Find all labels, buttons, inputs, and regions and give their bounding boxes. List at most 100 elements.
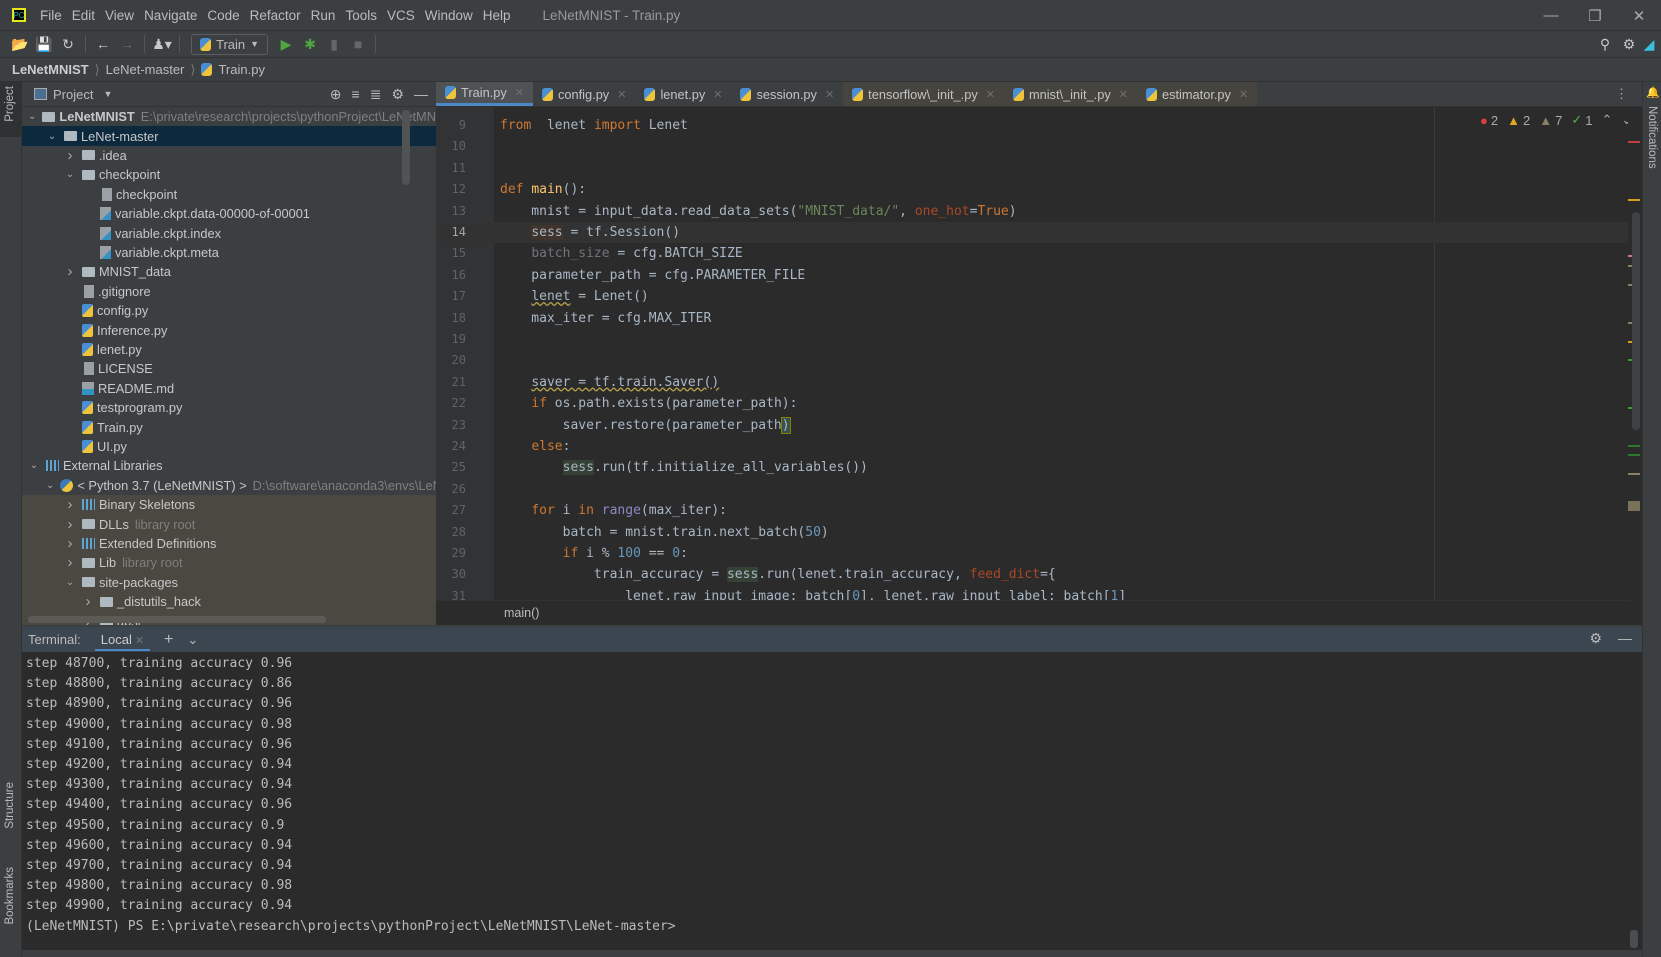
chevron-right-icon[interactable]: ›	[64, 147, 76, 164]
notifications-bell-icon[interactable]: 🔔	[1646, 86, 1660, 99]
tree-item[interactable]: › Binary Skeletons	[22, 495, 436, 515]
editor-tab[interactable]: Train.py ✕	[436, 82, 533, 106]
previous-highlight-icon[interactable]: ⌃	[1601, 112, 1612, 128]
tree-item[interactable]: Inference.py	[22, 320, 436, 339]
breadcrumb-file[interactable]: Train.py	[218, 62, 264, 77]
tree-item[interactable]: variable.ckpt.index	[22, 223, 436, 242]
tree-item[interactable]: ⌄ checkpoint	[22, 165, 436, 184]
editor-tab[interactable]: config.py ✕	[533, 82, 635, 106]
chevron-right-icon[interactable]: ›	[64, 535, 76, 552]
hide-icon[interactable]: —	[1618, 630, 1632, 647]
forward-icon[interactable]: →	[115, 36, 139, 52]
coverage-icon[interactable]: ▮	[322, 36, 346, 53]
close-icon[interactable]: ✕	[1119, 88, 1128, 101]
expand-all-icon[interactable]: ≡	[352, 86, 360, 103]
tree-item[interactable]: variable.ckpt.meta	[22, 243, 436, 262]
menu-vcs[interactable]: VCS	[387, 8, 415, 23]
close-button[interactable]: ✕	[1617, 7, 1661, 25]
close-icon[interactable]: ✕	[1239, 88, 1248, 101]
notifications-tool-button[interactable]: Notifications	[1646, 106, 1658, 169]
chevron-down-icon[interactable]: ⌄	[64, 577, 76, 588]
menu-edit[interactable]: Edit	[72, 8, 95, 23]
inspection-widget[interactable]: ● 2 ▲ 2 ▲ 7 ✓ 1 ⌃ ⌄	[1480, 112, 1632, 128]
chevron-right-icon[interactable]: ›	[64, 554, 76, 571]
tree-item[interactable]: ⌄ < Python 3.7 (LeNetMNIST) > D:\software\…	[22, 476, 436, 495]
tree-item[interactable]: ⌄ LeNet-master	[22, 126, 436, 146]
project-tree-horizontal-scrollbar[interactable]	[28, 616, 326, 623]
project-tree-scrollbar[interactable]	[402, 110, 410, 185]
menu-help[interactable]: Help	[483, 8, 511, 23]
menu-window[interactable]: Window	[425, 8, 473, 23]
chevron-right-icon[interactable]: ›	[64, 263, 76, 280]
tree-item[interactable]: checkpoint	[22, 185, 436, 204]
restore-button[interactable]: ❐	[1573, 7, 1617, 25]
chevron-right-icon[interactable]: ›	[64, 496, 76, 513]
back-icon[interactable]: ←	[91, 36, 115, 52]
chevron-right-icon[interactable]: ›	[64, 516, 76, 533]
menu-tools[interactable]: Tools	[345, 8, 377, 23]
editor-tab[interactable]: estimator.py ✕	[1136, 82, 1258, 106]
tree-item[interactable]: testprogram.py	[22, 398, 436, 417]
chevron-right-icon[interactable]: ›	[82, 593, 94, 610]
locate-icon[interactable]: ⊕	[330, 86, 342, 103]
tree-item[interactable]: Train.py	[22, 417, 436, 436]
menu-view[interactable]: View	[105, 8, 134, 23]
close-icon[interactable]: ✕	[713, 88, 722, 101]
tree-item[interactable]: › MNIST_data	[22, 262, 436, 281]
terminal-output[interactable]: step 48700, training accuracy 0.96 step 4…	[22, 652, 1642, 950]
close-icon[interactable]: ✕	[617, 88, 626, 101]
menu-code[interactable]: Code	[207, 8, 239, 23]
breadcrumb-folder[interactable]: LeNet-master	[106, 62, 185, 77]
run-icon[interactable]: ▶	[274, 36, 298, 53]
editor-breadcrumb[interactable]: main()	[436, 600, 1630, 625]
tree-item[interactable]: UI.py	[22, 437, 436, 456]
close-icon[interactable]: ✕	[825, 88, 834, 101]
run-configuration-select[interactable]: Train ▼	[191, 33, 269, 55]
menu-file[interactable]: File	[40, 8, 62, 23]
chevron-down-icon[interactable]: ⌄	[46, 480, 54, 491]
editor-scrollbar[interactable]	[1632, 212, 1640, 430]
jetbrains-icon[interactable]: ◢	[1637, 36, 1661, 53]
terminal-scrollbar[interactable]	[1630, 930, 1638, 948]
chevron-down-icon[interactable]: ⌄	[46, 131, 58, 142]
breadcrumb-project[interactable]: LeNetMNIST	[12, 62, 89, 77]
menu-navigate[interactable]: Navigate	[144, 8, 197, 23]
tree-item[interactable]: ⌄ site-packages	[22, 572, 436, 592]
collapse-all-icon[interactable]: ≣	[370, 86, 382, 103]
structure-tool-button[interactable]: Structure	[4, 782, 16, 829]
save-icon[interactable]: 💾	[32, 36, 56, 53]
tree-item[interactable]: › DLLs library root	[22, 514, 436, 534]
chevron-down-icon[interactable]: ⌄	[28, 460, 40, 471]
hide-icon[interactable]: —	[414, 86, 428, 103]
tree-item[interactable]: › _distutils_hack	[22, 592, 436, 612]
chevron-down-icon[interactable]: ▼	[103, 89, 112, 99]
close-icon[interactable]: ✕	[515, 86, 524, 99]
terminal-tab-local[interactable]: Local ✕	[94, 629, 151, 651]
user-icon[interactable]: ♟▾	[150, 36, 174, 53]
search-icon[interactable]: ⚲	[1593, 36, 1617, 53]
tree-item[interactable]: ⌄ External Libraries	[22, 456, 436, 475]
menu-refactor[interactable]: Refactor	[250, 8, 301, 23]
close-icon[interactable]: ✕	[986, 88, 995, 101]
open-folder-icon[interactable]: 📂	[8, 36, 32, 53]
tree-item[interactable]: ⌄ LeNetMNIST E:\private\research\projects\…	[22, 107, 436, 126]
editor-tab[interactable]: mnist\_init_.py ✕	[1003, 82, 1137, 106]
editor-tab[interactable]: session.py ✕	[731, 82, 843, 106]
chevron-down-icon[interactable]: ⌄	[187, 632, 198, 648]
tree-item[interactable]: › .idea	[22, 146, 436, 165]
stop-icon[interactable]: ■	[346, 36, 370, 52]
tree-item[interactable]: LICENSE	[22, 359, 436, 378]
close-icon[interactable]: ✕	[135, 635, 144, 647]
chevron-down-icon[interactable]: ⌄	[64, 169, 76, 180]
tree-item[interactable]: › Extended Definitions	[22, 533, 436, 554]
new-terminal-icon[interactable]: +	[164, 631, 173, 649]
menu-run[interactable]: Run	[311, 8, 336, 23]
debug-icon[interactable]: ✱	[298, 36, 322, 53]
editor-tab[interactable]: tensorflow\_init_.py ✕	[843, 82, 1004, 106]
sync-icon[interactable]: ↻	[56, 36, 80, 53]
tree-item[interactable]: config.py	[22, 301, 436, 320]
tree-item[interactable]: variable.ckpt.data-00000-of-00001	[22, 204, 436, 223]
more-tabs-icon[interactable]: ⋮	[1601, 82, 1642, 106]
project-tool-button[interactable]: Project	[4, 86, 16, 122]
tree-item[interactable]: lenet.py	[22, 340, 436, 359]
